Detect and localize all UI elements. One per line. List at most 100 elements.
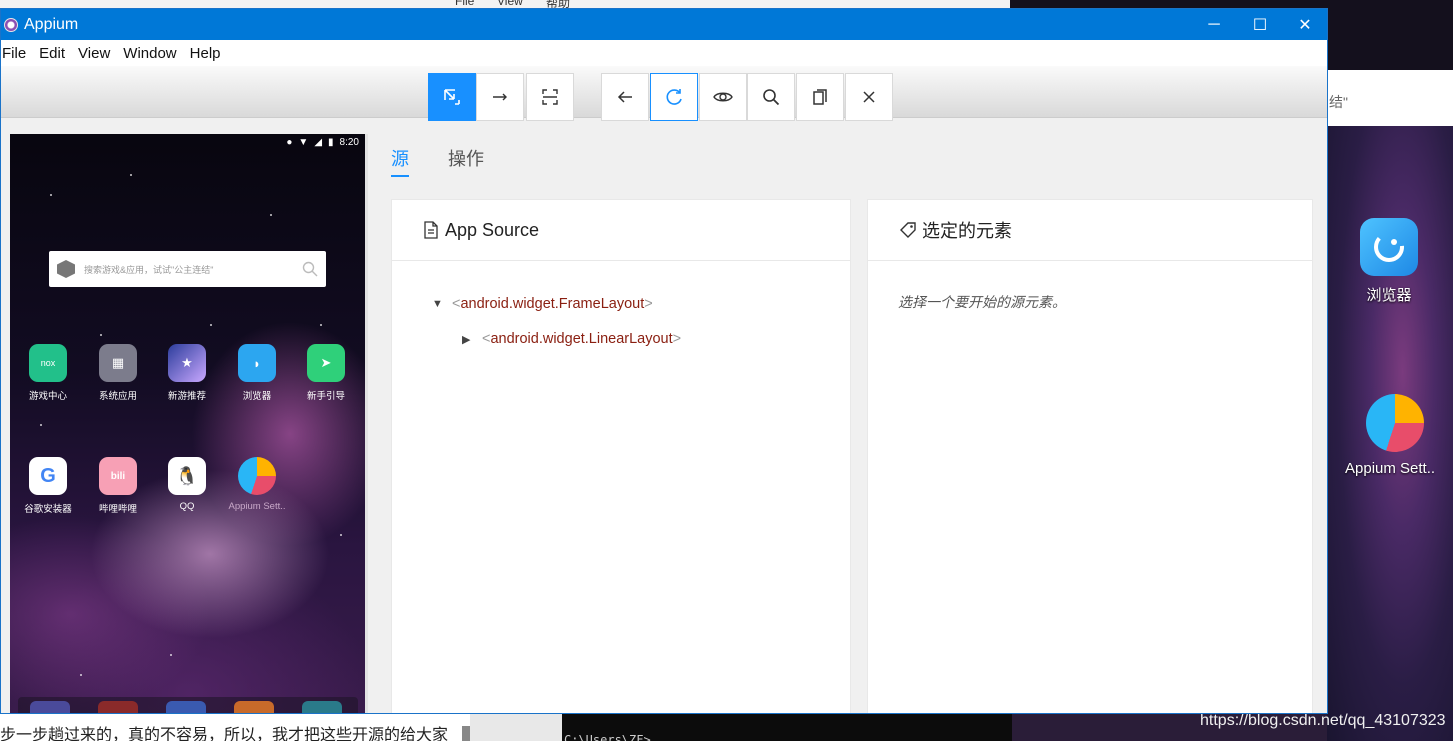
title-bar[interactable]: Appium ─ ☐ ✕: [1, 9, 1327, 40]
copy-xml-button[interactable]: [796, 73, 844, 121]
caret-down-icon[interactable]: ▼: [432, 298, 452, 310]
bg-menu-view: View: [497, 0, 523, 8]
app-source-header: App Source: [392, 200, 850, 261]
app-label: QQ: [179, 501, 195, 512]
app-game-center[interactable]: nox 游戏中心: [18, 344, 78, 402]
desktop-icon-browser[interactable]: 浏览器: [1360, 218, 1418, 305]
file-icon: [424, 221, 438, 239]
app-new-games[interactable]: ★ 新游推荐: [157, 344, 217, 402]
caret-right-icon[interactable]: ▶: [462, 333, 482, 346]
swipe-arrow-icon: [493, 93, 507, 101]
bilibili-icon: bili: [99, 457, 137, 495]
appium-logo-icon: [4, 17, 18, 32]
device-status-bar: ● ▼ ◢ ▮ 8:20: [286, 137, 359, 148]
select-elements-button[interactable]: [428, 73, 476, 121]
background-article-text: 步一步趟过来的，真的不容易，所以，我才把这些开源的给大家: [0, 713, 470, 741]
menu-view[interactable]: View: [72, 45, 117, 62]
back-arrow-icon: [617, 91, 632, 103]
desktop-icon-label: Appium Sett..: [1345, 460, 1436, 477]
tap-frame-icon: [542, 89, 558, 105]
window-title: Appium: [24, 15, 79, 33]
app-google-installer[interactable]: G 谷歌安装器: [18, 457, 78, 515]
desktop-icon-appium-settings[interactable]: Appium Sett..: [1345, 394, 1435, 477]
app-label: 新游推荐: [167, 391, 206, 402]
close-window-button[interactable]: ✕: [1282, 9, 1327, 40]
game-center-icon: nox: [29, 344, 67, 382]
device-time: 8:20: [339, 137, 359, 148]
app-label: Appium Sett..: [228, 501, 286, 512]
menu-file[interactable]: File: [1, 45, 33, 62]
appium-settings-icon: [1366, 394, 1425, 452]
background-panel: [470, 713, 562, 741]
app-label: 哔哩哔哩: [98, 504, 137, 515]
maximize-button[interactable]: ☐: [1237, 9, 1283, 40]
app-label: 浏览器: [242, 391, 272, 402]
app-label: 新手引导: [306, 391, 345, 402]
menu-bar: File Edit View Window Help: [1, 40, 1327, 66]
minimize-button[interactable]: ─: [1191, 9, 1237, 40]
tree-node-framelayout[interactable]: ▼ < android.widget.FrameLayout >: [432, 296, 653, 312]
app-system-apps[interactable]: ▦ 系统应用: [88, 344, 148, 402]
selected-element-hint: 选择一个要开始的源元素。: [898, 294, 1066, 310]
background-window-menubar: File View 帮助: [0, 0, 1010, 8]
active-tab-indicator: [391, 175, 409, 177]
tap-button[interactable]: [526, 73, 574, 121]
appium-settings-icon: ◔: [238, 457, 276, 495]
app-appium-settings[interactable]: ◔ Appium Sett..: [227, 457, 287, 512]
app-label: 系统应用: [98, 391, 137, 402]
selected-element-title: 选定的元素: [922, 221, 1012, 241]
search-button[interactable]: [747, 73, 795, 121]
device-search-bar[interactable]: 搜索游戏&应用，试试"公主连结": [49, 251, 326, 287]
tree-node-tag: android.widget.LinearLayout: [490, 331, 673, 347]
tab-source[interactable]: 源: [391, 145, 409, 171]
close-icon: [863, 91, 875, 103]
menu-window[interactable]: Window: [117, 45, 183, 62]
new-games-icon: ★: [168, 344, 206, 382]
appium-window: Appium ─ ☐ ✕ File Edit View Window Help: [0, 8, 1328, 714]
device-search-placeholder: 搜索游戏&应用，试试"公主连结": [84, 264, 214, 275]
desktop-icon-label: 浏览器: [1366, 287, 1412, 304]
qq-icon: 🐧: [168, 457, 206, 495]
quit-session-button[interactable]: [845, 73, 893, 121]
search-icon: [302, 261, 318, 277]
app-label: 游戏中心: [28, 391, 67, 402]
background-search-box: 结": [1327, 70, 1453, 127]
bg-menu-help: 帮助: [546, 0, 571, 8]
copy-icon: [813, 89, 827, 105]
app-beginner-guide[interactable]: ➤ 新手引导: [296, 344, 356, 402]
app-source-title: App Source: [445, 219, 540, 240]
google-icon: G: [29, 457, 67, 495]
tree-node-tag: android.widget.FrameLayout: [460, 296, 645, 312]
back-button[interactable]: [601, 73, 649, 121]
pane-splitter[interactable]: [365, 134, 368, 713]
device-screenshot[interactable]: ● ▼ ◢ ▮ 8:20 搜索游戏&应用，试试"公主连结" nox 游戏中心 ▦…: [10, 134, 365, 713]
app-qq[interactable]: 🐧 QQ: [157, 457, 217, 512]
refresh-button[interactable]: [650, 73, 698, 121]
device-dock: [18, 697, 358, 713]
app-bilibili[interactable]: bili 哔哩哔哩: [88, 457, 148, 515]
browser-icon: ◗: [238, 344, 276, 382]
background-scrollbar[interactable]: [462, 726, 470, 741]
select-cursor-icon: [444, 89, 460, 105]
guide-icon: ➤: [307, 344, 345, 382]
battery-icon: ▮: [328, 137, 334, 148]
watermark-text: https://blog.csdn.net/qq_43107323: [1200, 712, 1446, 729]
app-label: 谷歌安装器: [24, 504, 72, 515]
tag-icon: [900, 222, 916, 238]
search-icon: [763, 89, 780, 106]
signal-icon: ◢: [314, 137, 323, 148]
selected-element-header: 选定的元素: [868, 200, 1312, 261]
background-search-text: 结": [1329, 94, 1348, 110]
system-apps-icon: ▦: [99, 344, 137, 382]
bg-menu-file: File: [455, 0, 475, 8]
menu-help[interactable]: Help: [184, 45, 228, 62]
location-icon: ●: [286, 137, 293, 148]
menu-edit[interactable]: Edit: [33, 45, 72, 62]
toolbar: [1, 66, 1327, 121]
show-elements-button[interactable]: [699, 73, 747, 121]
tree-node-linearlayout[interactable]: ▶ < android.widget.LinearLayout >: [462, 331, 681, 347]
app-browser[interactable]: ◗ 浏览器: [227, 344, 287, 402]
app-source-panel: App Source ▼ < android.widget.FrameLayout…: [391, 199, 851, 713]
swipe-button[interactable]: [476, 73, 524, 121]
tab-actions[interactable]: 操作: [448, 145, 484, 171]
